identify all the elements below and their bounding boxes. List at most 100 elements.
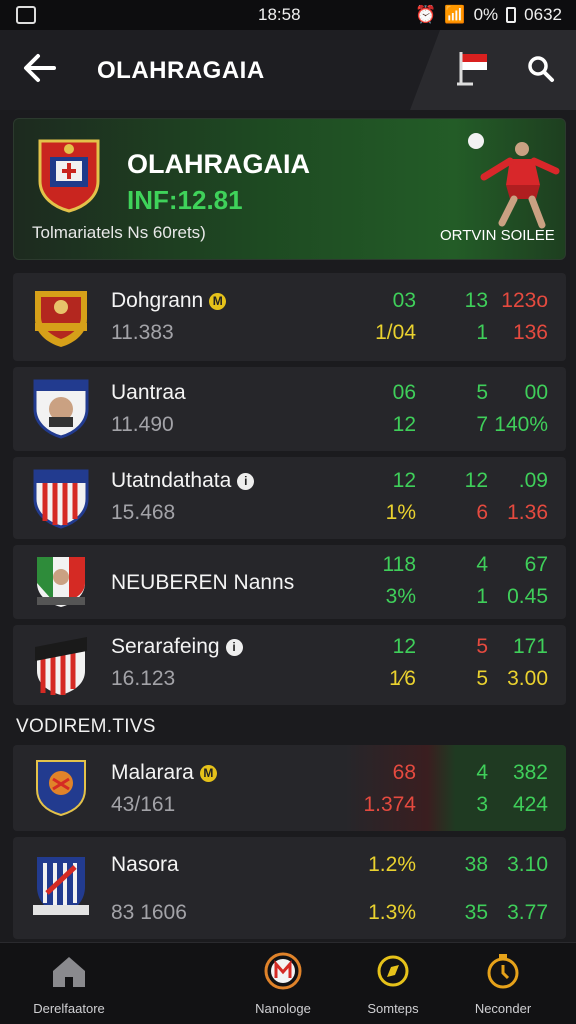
timer-icon [483, 951, 523, 991]
team-row[interactable]: Serarafeing i 16.123 12 1⁄6 5 5 171 3.00 [13, 625, 566, 705]
info-badge-icon: i [225, 638, 243, 656]
stat-value: 424 [512, 793, 548, 816]
featured-team-subtitle: Tolmariatels Ns 60rets) [32, 223, 206, 242]
stat-value: 3 [476, 793, 488, 816]
team-name: Uantraa [111, 381, 186, 404]
stat-value: 140% [494, 413, 548, 436]
team-name: Malarara M [111, 761, 217, 785]
flag-icon[interactable] [455, 48, 491, 88]
verified-badge-icon: M [199, 764, 217, 782]
team-name: Serarafeing i [111, 635, 243, 659]
stat-value: 12 [392, 469, 416, 492]
tab-label: Somteps [367, 1001, 419, 1016]
team-rating: 11.383 [111, 321, 174, 344]
stat-value: 3% [385, 585, 416, 608]
compass-icon [373, 951, 413, 991]
verified-badge-icon: M [209, 292, 227, 310]
stat-value: 1⁄6 [389, 667, 416, 690]
tab-label: Neconder [474, 1001, 532, 1016]
featured-team-score: INF:12.81 [127, 185, 243, 215]
team-name: NEUBEREN Nanns [111, 571, 295, 594]
stat-value: 1.2% [368, 853, 416, 876]
back-arrow-icon[interactable] [22, 50, 62, 90]
stat-value: 00 [524, 381, 548, 404]
tab-label: Derelfaatore [33, 1001, 105, 1016]
home-icon [49, 951, 89, 991]
section-title: VODIREM.TIVS [16, 716, 156, 737]
battery-icon [506, 7, 517, 23]
team-name: Dohgrann M [111, 289, 227, 313]
stat-value: 1.3% [368, 901, 416, 924]
stat-value: 6 [476, 501, 488, 524]
team-row[interactable]: Uantraa 11.490 06 12 5 7 00 140% [13, 367, 566, 451]
bottom-tab-bar: Derelfaatore Nanologe Somteps Neconder [0, 942, 576, 1024]
team-crest-icon [36, 137, 102, 213]
tab-recorder[interactable]: Neconder [448, 951, 558, 1016]
team-row[interactable]: Nasora 83 1606 1.2% 1.3% 38 35 3.10 3.77 [13, 837, 566, 939]
team-name: Nasora [111, 853, 179, 876]
status-bar: 18:58 ⏰ 📶 0% 0632 [0, 0, 576, 30]
stat-value: 12 [392, 635, 416, 658]
team-rating: 15.468 [111, 501, 176, 524]
stat-value: 67 [524, 553, 548, 576]
stat-value: 13 [464, 289, 488, 312]
battery-text: 0% [473, 5, 499, 24]
stat-value: 1 [476, 321, 488, 344]
team-row[interactable]: NEUBEREN Nanns 118 3% 4 1 67 0.45 [13, 545, 566, 619]
team-crest-icon [31, 757, 91, 821]
team-crest-icon [31, 853, 91, 917]
alarm-icon: ⏰ [415, 5, 437, 24]
tab-settings[interactable]: Somteps [338, 951, 448, 1016]
stat-value: 4 [476, 553, 488, 576]
team-crest-icon [31, 285, 91, 349]
status-icons: ⏰ 📶 0% 0632 [415, 5, 562, 25]
stat-value: 171 [512, 635, 548, 658]
stat-value: 38 [464, 853, 488, 876]
tab-home[interactable]: Derelfaatore [14, 951, 124, 1016]
stat-value: .09 [518, 469, 548, 492]
stat-value: 1% [385, 501, 416, 524]
stat-value: 5 [476, 381, 488, 404]
stat-value: 7 [476, 413, 488, 436]
player-label: ORTVIN SOILEE [440, 227, 555, 244]
stat-value: 382 [512, 761, 548, 784]
tab-label: Nanologe [255, 1001, 311, 1016]
featured-team-card[interactable]: OLAHRAGAIA INF:12.81 Tolmariatels Ns 60r… [13, 118, 566, 260]
team-rating: 83 1606 [111, 901, 187, 924]
team-name: Utatndathata i [111, 469, 255, 493]
wifi-icon: 📶 [444, 5, 466, 24]
stat-value: 123o [501, 289, 548, 312]
search-icon[interactable] [526, 54, 556, 84]
team-crest-icon [31, 551, 91, 615]
stat-value: 1 [476, 585, 488, 608]
stat-value: 1.36 [507, 501, 548, 524]
featured-team-name: OLAHRAGAIA [127, 149, 310, 179]
stat-value: 35 [464, 901, 488, 924]
team-row[interactable]: Utatndathata i 15.468 12 1% 12 6 .09 1.36 [13, 457, 566, 539]
news-icon [263, 951, 303, 991]
team-crest-icon [31, 633, 91, 697]
stat-value: 12 [464, 469, 488, 492]
team-rating: 43/161 [111, 793, 176, 816]
stat-value: 5 [476, 635, 488, 658]
stat-value: 1/04 [375, 321, 416, 344]
stat-value: 118 [382, 553, 416, 576]
team-crest-icon [31, 377, 91, 441]
player-image [444, 127, 564, 233]
status-time: 18:58 [258, 5, 301, 24]
stat-value: 1.374 [363, 793, 416, 816]
status-right-text: 0632 [524, 5, 562, 24]
page-title: OLAHRAGAIA [97, 57, 265, 84]
stat-value: 3.00 [507, 667, 548, 690]
team-crest-icon [31, 467, 91, 531]
team-row[interactable]: Dohgrann M 11.383 03 1/04 13 1 123o 136 [13, 273, 566, 361]
tab-news[interactable]: Nanologe [228, 951, 338, 1016]
app-header: OLAHRAGAIA [0, 30, 576, 110]
team-rating: 16.123 [111, 667, 176, 690]
stat-value: 3.77 [507, 901, 548, 924]
team-row[interactable]: Malarara M 43/161 68 1.374 4 3 382 424 [13, 745, 566, 831]
stat-value: 5 [476, 667, 488, 690]
stat-value: 68 [392, 761, 416, 784]
stat-value: 4 [476, 761, 488, 784]
stat-value: 03 [392, 289, 416, 312]
